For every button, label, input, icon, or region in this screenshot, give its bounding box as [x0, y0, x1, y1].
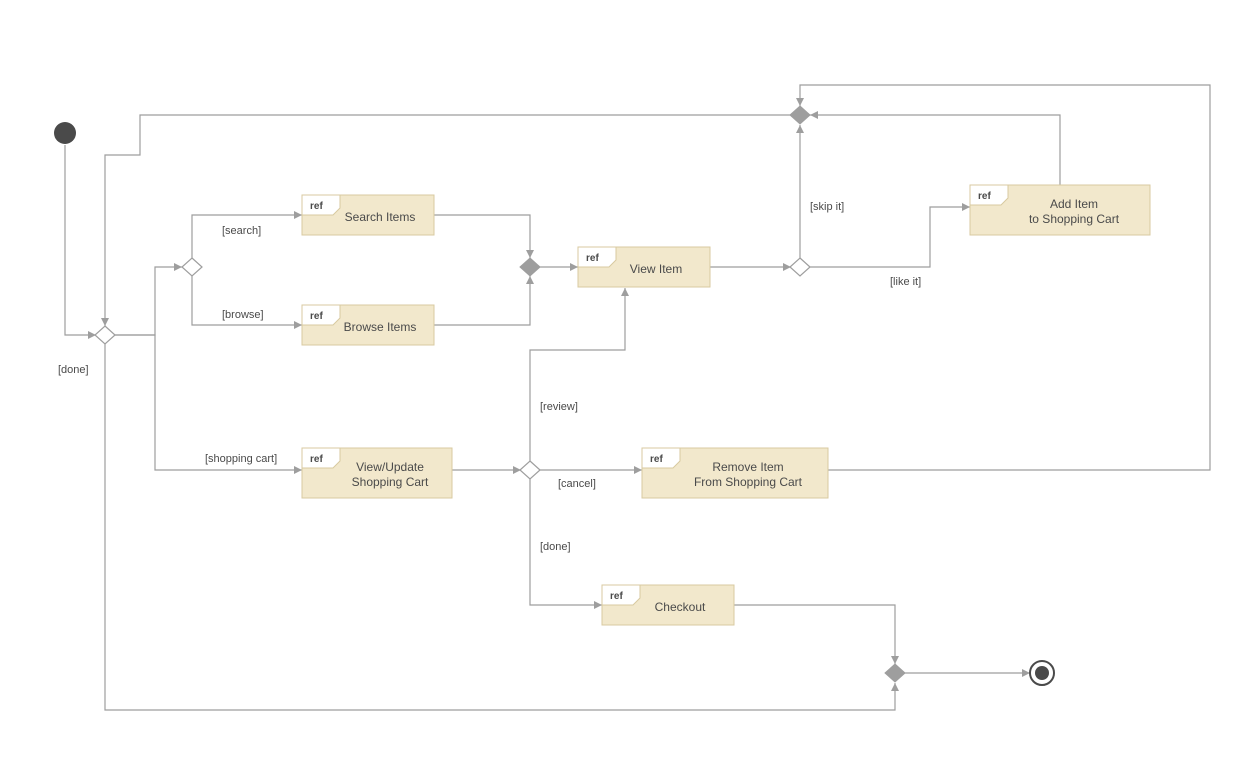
ref-checkout-label: Checkout: [655, 600, 706, 614]
arrowhead: [526, 250, 534, 258]
ref-tag: ref: [310, 311, 323, 322]
edge-browse-to-m1: [434, 276, 530, 325]
arrowhead: [101, 318, 109, 326]
arrowhead: [891, 656, 899, 664]
merge-m1: [520, 258, 540, 276]
edge-mtop-to-d1: [105, 115, 791, 326]
initial-node: [54, 122, 76, 144]
ref-tag: ref: [610, 591, 623, 602]
ref-tag: ref: [650, 454, 663, 465]
ref-view-cart: ref View/Update Shopping Cart: [302, 448, 452, 498]
ref-remove-item: ref Remove Item From Shopping Cart: [642, 448, 828, 498]
edge-d3-like-to-additem: [809, 207, 970, 267]
ref-view-item: ref View Item: [578, 247, 710, 287]
guard-done: [done]: [58, 364, 89, 376]
edge-checkout-to-m5: [734, 605, 895, 664]
decision-d3: [790, 258, 810, 276]
ref-viewitem-label: View Item: [630, 262, 682, 276]
edge-search-to-m1: [434, 215, 530, 258]
arrowhead: [594, 601, 602, 609]
arrowhead: [634, 466, 642, 474]
uml-activity-diagram: [search] [browse] [skip it] [like it] [s…: [0, 0, 1254, 770]
arrowhead: [570, 263, 578, 271]
guard-shopping-cart: [shopping cart]: [205, 453, 277, 465]
edge-initial-to-d1: [65, 145, 96, 335]
ref-browse-label: Browse Items: [344, 320, 417, 334]
ref-additem-line1: Add Item: [1050, 197, 1098, 211]
guard-search: [search]: [222, 225, 261, 237]
edge-d4-review-to-viewitem: [530, 288, 625, 461]
guard-skip-it: [skip it]: [810, 201, 844, 213]
arrowhead: [962, 203, 970, 211]
guard-review: [review]: [540, 401, 578, 413]
arrowhead: [526, 276, 534, 284]
merge-m5: [885, 664, 905, 682]
ref-add-item: ref Add Item to Shopping Cart: [970, 185, 1150, 235]
ref-tag: ref: [310, 454, 323, 465]
ref-viewcart-line2: Shopping Cart: [352, 475, 429, 489]
ref-viewcart-line1: View/Update: [356, 460, 424, 474]
ref-remove-line2: From Shopping Cart: [694, 475, 803, 489]
ref-checkout: ref Checkout: [602, 585, 734, 625]
ref-additem-line2: to Shopping Cart: [1029, 212, 1120, 226]
arrowhead: [294, 466, 302, 474]
edge-d1-to-viewcart: [115, 335, 302, 470]
edge-remove-to-mtop: [800, 85, 1210, 470]
arrowhead: [621, 288, 629, 296]
guard-like-it: [like it]: [890, 276, 921, 288]
decision-d1: [95, 326, 115, 344]
guard-done2: [done]: [540, 541, 571, 553]
guard-browse: [browse]: [222, 309, 264, 321]
ref-tag: ref: [978, 191, 991, 202]
arrowhead: [796, 98, 804, 106]
ref-tag: ref: [586, 253, 599, 264]
arrowhead: [174, 263, 182, 271]
ref-search-label: Search Items: [345, 210, 416, 224]
decision-d4: [520, 461, 540, 479]
final-node-inner: [1035, 666, 1049, 680]
arrowhead: [294, 211, 302, 219]
ref-search-items: ref Search Items: [302, 195, 434, 235]
arrowhead: [294, 321, 302, 329]
arrowhead: [810, 111, 818, 119]
ref-tag: ref: [310, 201, 323, 212]
arrowhead: [796, 125, 804, 133]
edge-additem-to-mtop: [810, 115, 1060, 185]
guard-cancel: [cancel]: [558, 478, 596, 490]
ref-remove-line1: Remove Item: [712, 460, 783, 474]
arrowhead: [1022, 669, 1030, 677]
edge-d1-to-d2: [115, 267, 182, 335]
edge-d1-done-to-m5: [105, 344, 895, 710]
decision-d2: [182, 258, 202, 276]
merge-top: [790, 106, 810, 124]
ref-browse-items: ref Browse Items: [302, 305, 434, 345]
arrowhead: [891, 683, 899, 691]
